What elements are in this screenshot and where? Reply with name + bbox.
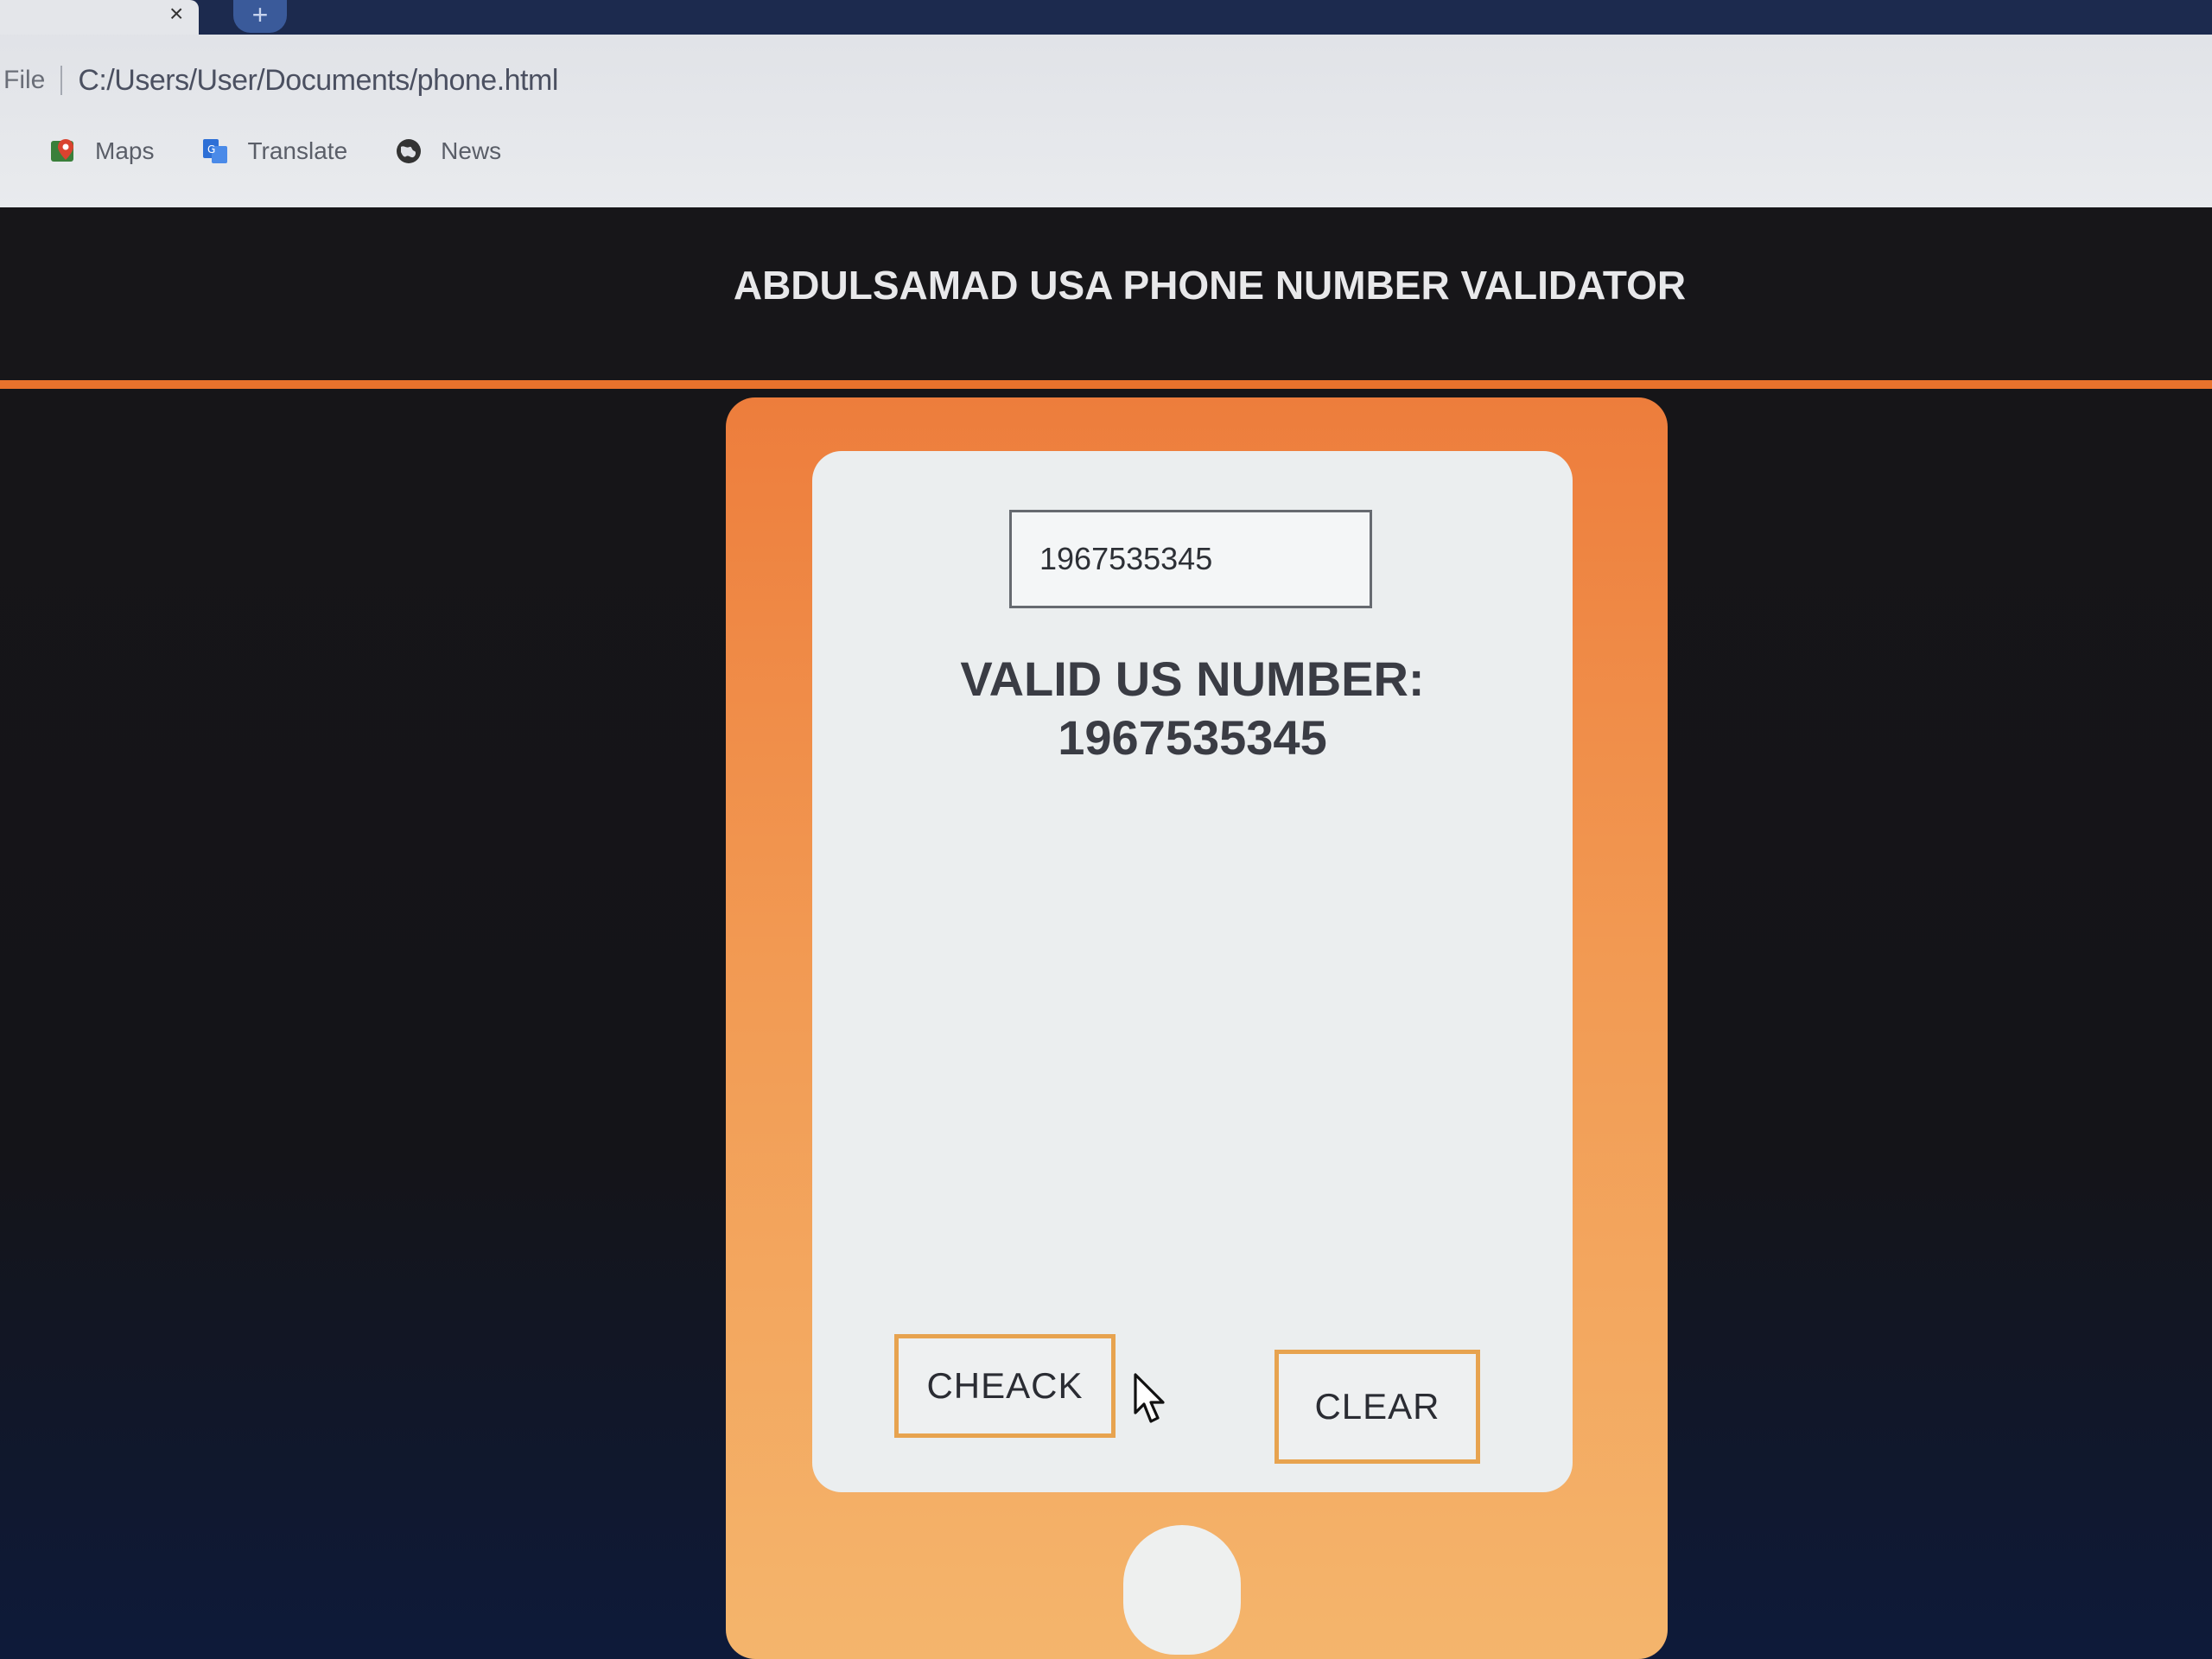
globe-icon bbox=[397, 139, 422, 163]
address-divider bbox=[60, 66, 63, 95]
bookmark-news[interactable]: News bbox=[394, 137, 501, 166]
address-url[interactable]: C:/Users/User/Documents/phone.html bbox=[78, 64, 558, 98]
browser-chrome: × + File C:/Users/User/Documents/phone.h… bbox=[0, 0, 2212, 209]
tab-strip: × + bbox=[0, 0, 2212, 35]
browser-tab[interactable]: × bbox=[0, 0, 199, 35]
phone-home-button bbox=[1123, 1525, 1241, 1655]
result-label: VALID US NUMBER: bbox=[960, 652, 1425, 706]
mouse-cursor-icon bbox=[1134, 1373, 1165, 1423]
page-title: ABDULSAMAD USA PHONE NUMBER VALIDATOR bbox=[733, 263, 1687, 308]
bookmark-translate[interactable]: G Translate bbox=[200, 137, 347, 166]
close-tab-icon[interactable]: × bbox=[169, 2, 183, 26]
clear-button[interactable]: CLEAR bbox=[1274, 1350, 1480, 1464]
bookmark-label: Maps bbox=[95, 137, 155, 164]
validation-result: VALID US NUMBER: 1967535345 bbox=[812, 650, 1573, 767]
phone-number-input[interactable] bbox=[1009, 510, 1372, 608]
svg-text:G: G bbox=[207, 143, 215, 156]
new-tab-button[interactable]: + bbox=[233, 0, 287, 33]
bookmark-label: Translate bbox=[247, 137, 348, 164]
bookmark-label: News bbox=[441, 137, 502, 164]
address-bar[interactable]: File C:/Users/User/Documents/phone.html bbox=[0, 50, 1296, 111]
phone-screen: VALID US NUMBER: 1967535345 CHEACK CLEAR bbox=[812, 451, 1573, 1492]
check-button[interactable]: CHEACK bbox=[894, 1334, 1116, 1438]
maps-icon bbox=[51, 139, 73, 162]
address-scheme: File bbox=[3, 66, 46, 94]
site-header: ABDULSAMAD USA PHONE NUMBER VALIDATOR bbox=[0, 207, 2212, 389]
phone-frame: VALID US NUMBER: 1967535345 CHEACK CLEAR bbox=[726, 397, 1668, 1659]
translate-icon: G bbox=[203, 139, 228, 163]
bookmark-maps[interactable]: Maps bbox=[48, 137, 154, 166]
bookmarks-bar: Maps G Translate News bbox=[0, 125, 501, 177]
result-number: 1967535345 bbox=[1058, 710, 1327, 765]
